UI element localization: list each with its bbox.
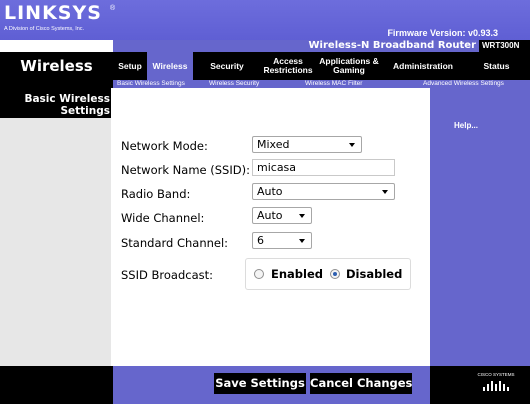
radio-selected-dot: [333, 272, 337, 276]
save-settings-button[interactable]: Save Settings: [214, 373, 306, 394]
ssid-broadcast-group: Enabled Disabled: [245, 258, 411, 290]
tab-security[interactable]: Security: [193, 56, 261, 76]
network-mode-select[interactable]: Mixed: [252, 136, 362, 153]
help-link[interactable]: Help...: [454, 121, 478, 130]
ssid-broadcast-label: SSID Broadcast:: [121, 268, 213, 282]
subtab-wireless-security[interactable]: Wireless Security: [209, 80, 259, 88]
cisco-systems-logo: CISCO SYSTEMS: [474, 372, 518, 394]
logo-subtitle: A Division of Cisco Systems, Inc.: [4, 26, 85, 32]
product-row: Wireless-N Broadband Router WRT300N: [0, 40, 530, 52]
subtab-basic-wireless-settings[interactable]: Basic Wireless Settings: [117, 80, 185, 88]
standard-channel-select[interactable]: 6: [252, 232, 312, 249]
subtab-wireless-mac-filter[interactable]: Wireless MAC Filter: [305, 80, 362, 88]
main-content: [113, 88, 430, 366]
chevron-down-icon: [349, 143, 355, 147]
registered-mark: ®: [110, 5, 116, 12]
tab-applications-gaming[interactable]: Applications & Gaming: [315, 56, 383, 76]
help-panel: [430, 88, 530, 366]
tab-administration[interactable]: Administration: [383, 56, 463, 76]
radio-enabled-label[interactable]: Enabled: [271, 267, 323, 281]
radio-band-value: Auto: [257, 185, 283, 198]
radio-disabled-label[interactable]: Disabled: [346, 267, 402, 281]
model-number: WRT300N: [479, 40, 530, 52]
tab-setup[interactable]: Setup: [113, 56, 147, 76]
standard-channel-label: Standard Channel:: [121, 236, 229, 250]
linksys-logo: LINKSYS ® A Division of Cisco Systems, I…: [4, 2, 144, 38]
network-mode-value: Mixed: [257, 138, 290, 151]
footer-left: [0, 366, 113, 404]
wide-channel-value: Auto: [257, 209, 283, 222]
chevron-down-icon: [382, 190, 388, 194]
wide-channel-select[interactable]: Auto: [252, 207, 312, 224]
tab-wireless[interactable]: Wireless: [147, 52, 193, 80]
sidebar-heading: Basic Wireless Settings: [24, 93, 110, 117]
main-nav: Wireless Setup Wireless Security Access …: [0, 52, 530, 80]
cancel-changes-button[interactable]: Cancel Changes: [310, 373, 412, 394]
firmware-version: Firmware Version: v0.93.3: [387, 28, 498, 38]
chevron-down-icon: [299, 239, 305, 243]
section-title: Wireless: [20, 57, 93, 75]
sidebar: [0, 88, 113, 366]
ssid-label: Network Name (SSID):: [121, 163, 250, 177]
product-name: Wireless-N Broadband Router: [308, 40, 476, 51]
radio-disabled[interactable]: [330, 269, 340, 279]
logo-text: LINKSYS: [4, 2, 102, 24]
sub-nav: Basic Wireless Settings Wireless Securit…: [113, 80, 530, 88]
tab-access-restrictions[interactable]: Access Restrictions: [261, 56, 315, 76]
cisco-bridge-icon: [483, 381, 509, 391]
tab-bar: Setup Wireless Security Access Restricti…: [113, 52, 530, 80]
network-mode-label: Network Mode:: [121, 139, 208, 153]
standard-channel-value: 6: [257, 234, 264, 247]
wide-channel-label: Wide Channel:: [121, 211, 205, 225]
ssid-input[interactable]: micasa: [252, 159, 395, 176]
subtab-advanced-wireless-settings[interactable]: Advanced Wireless Settings: [423, 80, 504, 88]
header-banner: LINKSYS ® A Division of Cisco Systems, I…: [0, 0, 530, 40]
radio-band-select[interactable]: Auto: [252, 183, 395, 200]
chevron-down-icon: [299, 214, 305, 218]
radio-band-label: Radio Band:: [121, 187, 191, 201]
tab-status[interactable]: Status: [463, 56, 530, 76]
sidebar-header: Basic Wireless Settings: [0, 88, 113, 118]
radio-enabled[interactable]: [254, 269, 264, 279]
